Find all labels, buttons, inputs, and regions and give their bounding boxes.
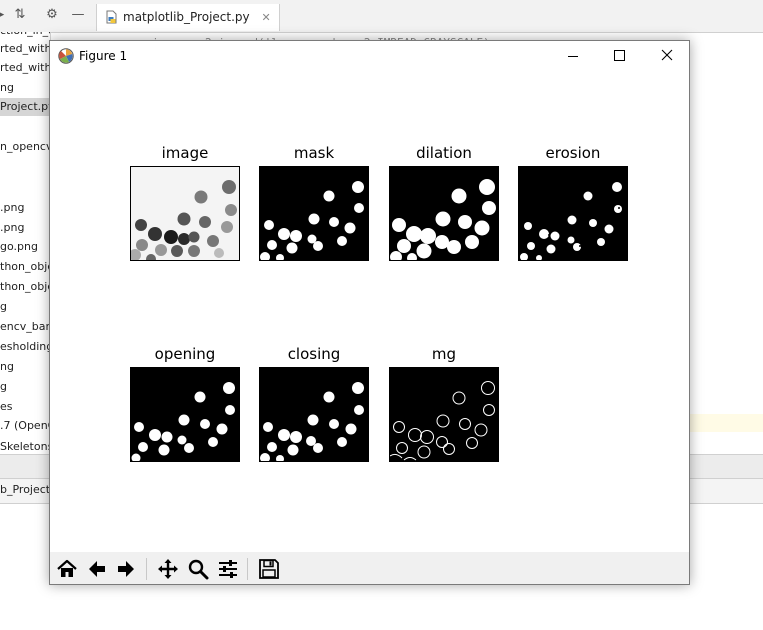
close-button[interactable] xyxy=(643,41,689,71)
project-item[interactable]: rted_with_ xyxy=(0,40,50,58)
subplot-title: image xyxy=(161,144,209,162)
project-item[interactable]: .png xyxy=(0,199,24,217)
opening-image xyxy=(131,368,239,461)
closing-image xyxy=(260,368,368,461)
project-panel: ction_in_opencv rted_with_ rted_with_ ng… xyxy=(0,32,51,504)
project-item[interactable]: esholding. xyxy=(0,338,50,356)
project-item[interactable]: ng xyxy=(0,358,14,376)
subplot-image-panel xyxy=(130,367,240,462)
save-icon xyxy=(259,559,279,579)
subplot-title: mg xyxy=(431,345,457,363)
zoom-button[interactable] xyxy=(184,555,211,582)
gear-icon[interactable]: ⚙ xyxy=(45,8,59,22)
project-item[interactable]: ng xyxy=(0,79,14,97)
home-button[interactable] xyxy=(53,555,80,582)
editor-highlight-line xyxy=(690,414,763,432)
subplot-image-panel xyxy=(389,367,499,462)
subplot-image-panel xyxy=(259,367,369,462)
subplot-image-panel xyxy=(259,166,369,261)
back-button[interactable] xyxy=(83,555,110,582)
home-icon xyxy=(57,559,77,577)
project-item[interactable]: thon_obje xyxy=(0,278,50,296)
mask-image xyxy=(260,167,368,260)
zoom-icon xyxy=(188,559,209,580)
project-item[interactable]: rted_with_ xyxy=(0,59,50,77)
subplot-image-panel xyxy=(389,166,499,261)
ide-toolbar: ▸ ⇅ ⚙ — matplotlib_Project.py ✕ xyxy=(0,0,763,33)
sort-icon[interactable]: ⇅ xyxy=(13,8,27,22)
pan-icon xyxy=(158,559,178,579)
maximize-icon xyxy=(614,50,625,61)
forward-arrow-icon xyxy=(118,561,134,577)
gradient-outline-image xyxy=(390,368,498,461)
subplot-title: erosion xyxy=(545,144,601,162)
editor-tab[interactable]: matplotlib_Project.py ✕ xyxy=(96,4,280,31)
project-item-selected[interactable]: Project.py xyxy=(0,98,50,116)
toolbar-separator xyxy=(247,558,248,580)
subplot-image-panel xyxy=(518,166,628,261)
collapse-icon[interactable]: ▸ xyxy=(0,8,8,22)
figure-window: Figure 1 image mask dilation erosion ope… xyxy=(49,40,690,585)
project-item[interactable]: go.png xyxy=(0,238,38,256)
window-title: Figure 1 xyxy=(79,49,128,63)
project-item[interactable]: g xyxy=(0,298,7,316)
dilation-image xyxy=(390,167,498,260)
matplotlib-logo-icon xyxy=(58,48,74,64)
subplot-title: opening xyxy=(154,345,216,363)
close-tab-icon[interactable]: ✕ xyxy=(261,11,270,24)
configure-subplots-icon xyxy=(219,560,237,578)
subplot-title: dilation xyxy=(416,144,472,162)
subplot-title: closing xyxy=(287,345,341,363)
back-arrow-icon xyxy=(89,561,105,577)
toolbar-separator xyxy=(146,558,147,580)
project-item[interactable]: thon_obje xyxy=(0,258,50,276)
editor-tab-label: matplotlib_Project.py xyxy=(123,10,250,24)
project-item[interactable]: .png xyxy=(0,219,24,237)
project-item[interactable]: n_opencv xyxy=(0,138,50,156)
forward-button[interactable] xyxy=(112,555,139,582)
save-button[interactable] xyxy=(255,555,282,582)
navigation-toolbar xyxy=(50,552,689,584)
figure-canvas[interactable]: image mask dilation erosion opening clos… xyxy=(50,71,689,552)
configure-subplots-button[interactable] xyxy=(214,555,241,582)
project-item[interactable]: .7 (OpenC xyxy=(0,417,50,435)
minimize-button[interactable] xyxy=(550,41,596,71)
subplot-title: mask xyxy=(293,144,335,162)
erosion-image xyxy=(519,167,627,260)
grayscale-balls-image xyxy=(131,167,239,260)
project-item[interactable]: encv_bar. xyxy=(0,318,50,336)
project-item[interactable]: ction_in_opencv xyxy=(0,32,50,40)
pan-button[interactable] xyxy=(154,555,181,582)
python-file-icon xyxy=(106,10,117,24)
project-item[interactable]: es xyxy=(0,398,13,416)
subplot-image-panel xyxy=(130,166,240,261)
minimize-panel-icon[interactable]: — xyxy=(71,8,85,22)
window-titlebar[interactable]: Figure 1 xyxy=(50,41,689,71)
project-item[interactable]: g xyxy=(0,378,7,396)
status-project-name: b_Project xyxy=(0,483,51,496)
minimize-icon xyxy=(568,56,578,57)
close-icon xyxy=(661,49,673,61)
maximize-button[interactable] xyxy=(596,41,642,71)
